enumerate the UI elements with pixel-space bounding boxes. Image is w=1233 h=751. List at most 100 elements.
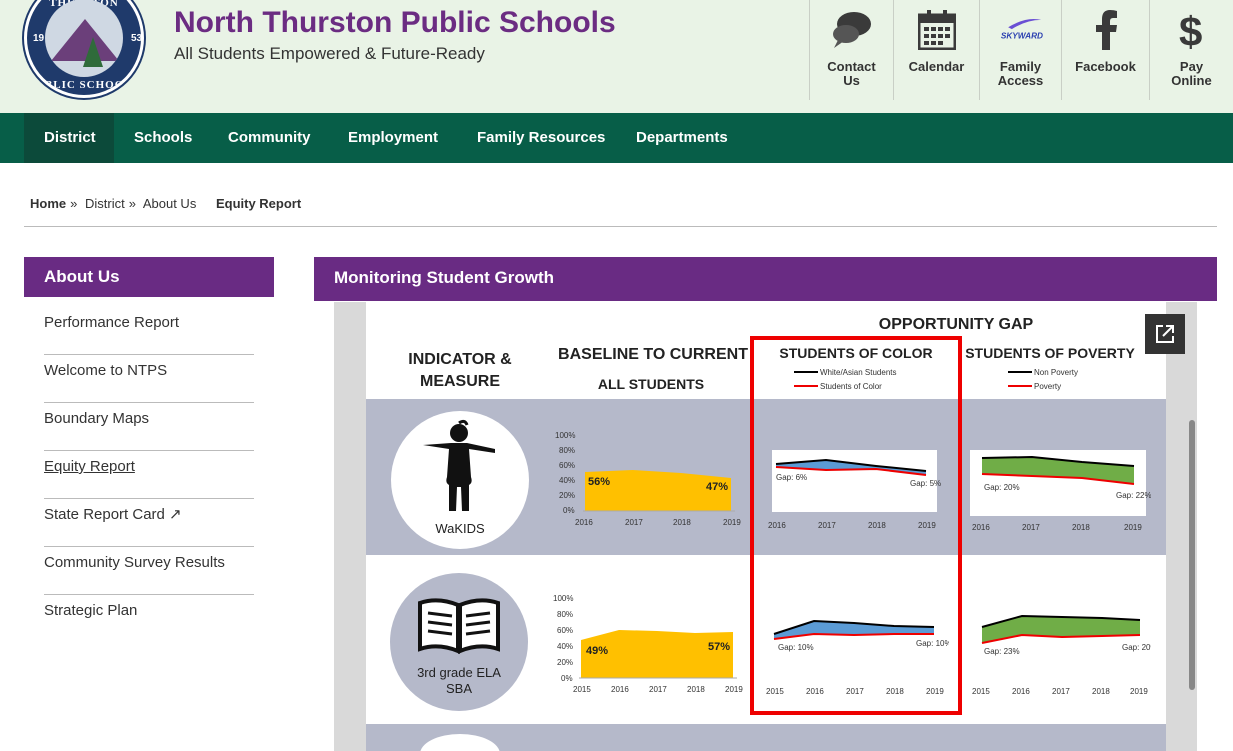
xtick: 2018 (868, 521, 886, 530)
logo-year-right: 53 (131, 33, 143, 44)
xtick: 2017 (1022, 523, 1040, 532)
xtick: 2015 (972, 687, 990, 696)
indicator-heading: INDICATOR & MEASURE (408, 351, 512, 390)
nav-employment[interactable]: Employment (328, 113, 458, 163)
calendar-icon (915, 8, 959, 52)
nav-schools[interactable]: Schools (114, 113, 212, 163)
ytick: 20% (557, 658, 573, 667)
nav-family-resources[interactable]: Family Resources (457, 113, 625, 163)
xtick: 2019 (1124, 523, 1142, 532)
xtick: 2019 (918, 521, 936, 530)
quick-link-pay-online[interactable]: $ Pay Online (1149, 0, 1233, 100)
ela-label: 3rd grade ELA SBA (417, 665, 501, 696)
expand-icon[interactable] (1145, 314, 1185, 354)
xtick: 2018 (1092, 687, 1110, 696)
svg-text:$: $ (1179, 8, 1202, 52)
opportunity-gap-heading: OPPORTUNITY GAP (878, 316, 1034, 333)
gap-end: Gap: 5% (910, 479, 941, 488)
main-nav: District Schools Community Employment Fa… (0, 113, 1233, 163)
report-page: OPPORTUNITY GAP INDICATOR & MEASURE BASE… (366, 302, 1166, 751)
calendar-label: Calendar (908, 59, 965, 74)
baseline-heading: BASELINE TO CURRENT (558, 346, 748, 363)
xtick: 2017 (818, 521, 836, 530)
legend-white-asian: White/Asian Students (820, 368, 896, 377)
ela-poverty-chart: Gap: 23% Gap: 20% 2015 2016 2017 2018 20… (972, 614, 1151, 696)
district-logo[interactable]: NORTH THURSTON 19 53 PUBLIC SCHOOLS (24, 0, 144, 98)
xtick: 2019 (723, 518, 741, 527)
sidebar-item-welcome[interactable]: Welcome to NTPS (44, 355, 254, 403)
quick-link-facebook[interactable]: Facebook (1061, 0, 1149, 100)
xtick: 2016 (806, 687, 824, 696)
wakids-poverty-chart: Gap: 20% Gap: 22% 2016 2017 2018 2019 (970, 450, 1151, 532)
breadcrumb-sep: » (128, 196, 136, 211)
ela-color-chart: Gap: 10% Gap: 10% 2015 2016 2017 2018 20… (766, 619, 949, 696)
ytick: 100% (553, 594, 573, 603)
breadcrumb-about[interactable]: About Us (143, 196, 196, 211)
gap-start: Gap: 10% (778, 643, 814, 652)
xtick: 2017 (625, 518, 643, 527)
document-viewer[interactable]: OPPORTUNITY GAP INDICATOR & MEASURE BASE… (334, 302, 1197, 751)
logo-bottom-text: PUBLIC SCHOOLS (28, 79, 140, 91)
xtick: 2016 (575, 518, 593, 527)
sidebar-heading: About Us (24, 257, 274, 297)
ytick: 60% (559, 461, 575, 470)
xtick: 2015 (766, 687, 784, 696)
contact-label: Contact Us (827, 59, 876, 88)
students-of-color-heading: STUDENTS OF COLOR (779, 345, 933, 361)
sidebar-item-community-survey[interactable]: Community Survey Results (44, 547, 254, 595)
family-access-label: Family Access (997, 59, 1044, 88)
sidebar-item-strategic-plan[interactable]: Strategic Plan (44, 595, 254, 643)
ela-circle: 3rd grade ELA SBA (390, 573, 528, 711)
viewer-scrollbar[interactable] (1189, 420, 1195, 690)
ytick: 20% (559, 491, 575, 500)
sidebar-item-state-report-card[interactable]: State Report Card ↗ (44, 499, 254, 547)
sidebar-item-boundary-maps[interactable]: Boundary Maps (44, 403, 254, 451)
legend-students-of-color: Students of Color (820, 382, 882, 391)
pay-online-label: Pay Online (1171, 59, 1212, 88)
sidebar-item-equity-report[interactable]: Equity Report (44, 451, 254, 499)
poverty-legend: Non Poverty Poverty (1008, 368, 1078, 391)
baseline-end-value: 57% (708, 641, 730, 653)
breadcrumb-current: Equity Report (215, 196, 302, 211)
quick-link-family-access[interactable]: SKYWARD Family Access (979, 0, 1061, 100)
ela-baseline-chart: 100% 80% 60% 40% 20% 0% 49% 57% 2015 201… (553, 594, 743, 694)
ytick: 0% (561, 674, 573, 683)
site-title[interactable]: North Thurston Public Schools (174, 6, 616, 40)
nav-district[interactable]: District (24, 113, 114, 163)
ytick: 40% (557, 642, 573, 651)
child-silhouette-icon (423, 419, 495, 511)
xtick: 2018 (673, 518, 691, 527)
quick-link-calendar[interactable]: Calendar (893, 0, 979, 100)
open-book-icon (418, 598, 500, 654)
nav-community[interactable]: Community (208, 113, 331, 163)
students-of-poverty-heading: STUDENTS OF POVERTY (965, 345, 1135, 361)
wakids-circle: WaKIDS (391, 411, 529, 549)
xtick: 2017 (846, 687, 864, 696)
site-tagline: All Students Empowered & Future-Ready (174, 44, 485, 63)
wakids-label: WaKIDS (435, 521, 485, 536)
ytick: 60% (557, 626, 573, 635)
gap-start: Gap: 23% (984, 647, 1020, 656)
xtick: 2019 (926, 687, 944, 696)
quick-link-contact[interactable]: Contact Us (809, 0, 893, 100)
dollar-icon: $ (1170, 8, 1214, 52)
breadcrumb-district[interactable]: District (85, 196, 125, 211)
gap-start: Gap: 20% (984, 483, 1020, 492)
nav-departments[interactable]: Departments (616, 113, 748, 163)
site-header: NORTH THURSTON 19 53 PUBLIC SCHOOLS Nort… (0, 0, 1233, 113)
wakids-color-chart: Gap: 6% Gap: 5% 2016 2017 2018 2019 (768, 450, 941, 530)
xtick: 2015 (573, 685, 591, 694)
baseline-start-value: 56% (588, 476, 610, 488)
xtick: 2018 (886, 687, 904, 696)
xtick: 2017 (649, 685, 667, 694)
xtick: 2017 (1052, 687, 1070, 696)
sidebar-item-performance-report[interactable]: Performance Report (44, 307, 254, 355)
gap-start: Gap: 6% (776, 473, 807, 482)
xtick: 2019 (725, 685, 743, 694)
baseline-end-value: 47% (706, 481, 728, 493)
speech-bubbles-icon (830, 8, 874, 52)
gap-end: Gap: 20% (1122, 643, 1151, 652)
breadcrumb-home[interactable]: Home (30, 196, 66, 211)
xtick: 2016 (1012, 687, 1030, 696)
logo-emblem (45, 0, 123, 77)
